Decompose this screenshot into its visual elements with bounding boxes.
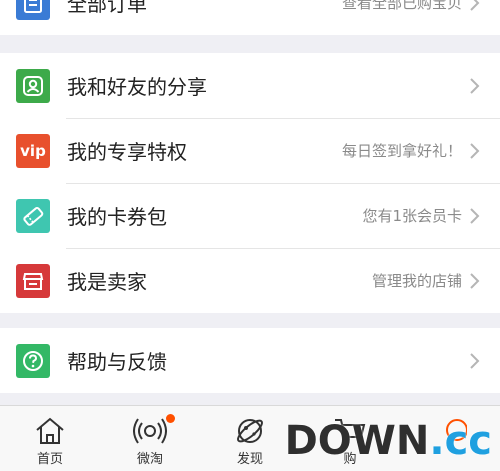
chevron-right-icon <box>470 142 480 159</box>
menu-section: 我和好友的分享 vip 我的专享特权 每日签到拿好礼！ 我的卡券包 您有1张会员… <box>0 53 500 313</box>
menu-item-label: 我的专享特权 <box>67 140 187 164</box>
notification-dot <box>166 414 175 423</box>
tab-label: 微淘 <box>136 452 163 467</box>
broadcast-icon <box>133 418 167 444</box>
chevron-right-icon <box>470 352 480 369</box>
chevron-right-icon <box>470 207 480 224</box>
friends-share-icon <box>16 68 50 103</box>
tab-label: 首页 <box>36 452 63 467</box>
home-icon <box>36 417 64 444</box>
chevron-right-icon <box>470 77 480 94</box>
menu-item-hint: 每日签到拿好礼！ <box>341 142 462 160</box>
watermark-main: DOWN <box>284 418 430 464</box>
orders-list-icon <box>16 0 50 20</box>
help-section: 帮助与反馈 <box>0 328 500 393</box>
seller-store-icon <box>16 263 50 298</box>
menu-item-label: 我的卡券包 <box>67 205 167 229</box>
menu-item-label: 我和好友的分享 <box>67 75 207 99</box>
menu-item-card-coupons[interactable]: 我的卡券包 您有1张会员卡 <box>0 183 500 248</box>
all-orders-row[interactable]: 全部订单 查看全部已购宝贝 <box>0 0 500 35</box>
watermark-suffix: .cc <box>429 418 492 464</box>
card-coupon-icon <box>16 198 50 233</box>
tab-home[interactable]: 首页 <box>0 406 100 471</box>
vip-icon: vip <box>16 133 50 168</box>
menu-item-help[interactable]: 帮助与反馈 <box>0 328 500 393</box>
vip-icon-text: vip <box>20 141 46 160</box>
menu-item-label: 我是卖家 <box>67 270 147 294</box>
chevron-right-icon <box>470 272 480 289</box>
tab-label: 发现 <box>236 452 263 467</box>
menu-item-hint: 管理我的店铺 <box>371 272 462 290</box>
discover-planet-icon <box>237 419 263 443</box>
all-orders-hint: 查看全部已购宝贝 <box>341 0 462 12</box>
chevron-right-icon <box>470 0 480 11</box>
menu-item-hint: 您有1张会员卡 <box>362 207 462 225</box>
menu-item-friends-share[interactable]: 我和好友的分享 <box>0 53 500 118</box>
menu-item-seller[interactable]: 我是卖家 管理我的店铺 <box>0 248 500 313</box>
menu-item-vip[interactable]: vip 我的专享特权 每日签到拿好礼！ <box>0 118 500 183</box>
menu-item-label: 帮助与反馈 <box>67 350 167 374</box>
all-orders-label: 全部订单 <box>67 0 147 16</box>
down-cc-watermark-logo: DOWN.cc <box>285 418 492 464</box>
tab-weitao[interactable]: 微淘 <box>100 406 200 471</box>
help-icon <box>16 343 50 378</box>
